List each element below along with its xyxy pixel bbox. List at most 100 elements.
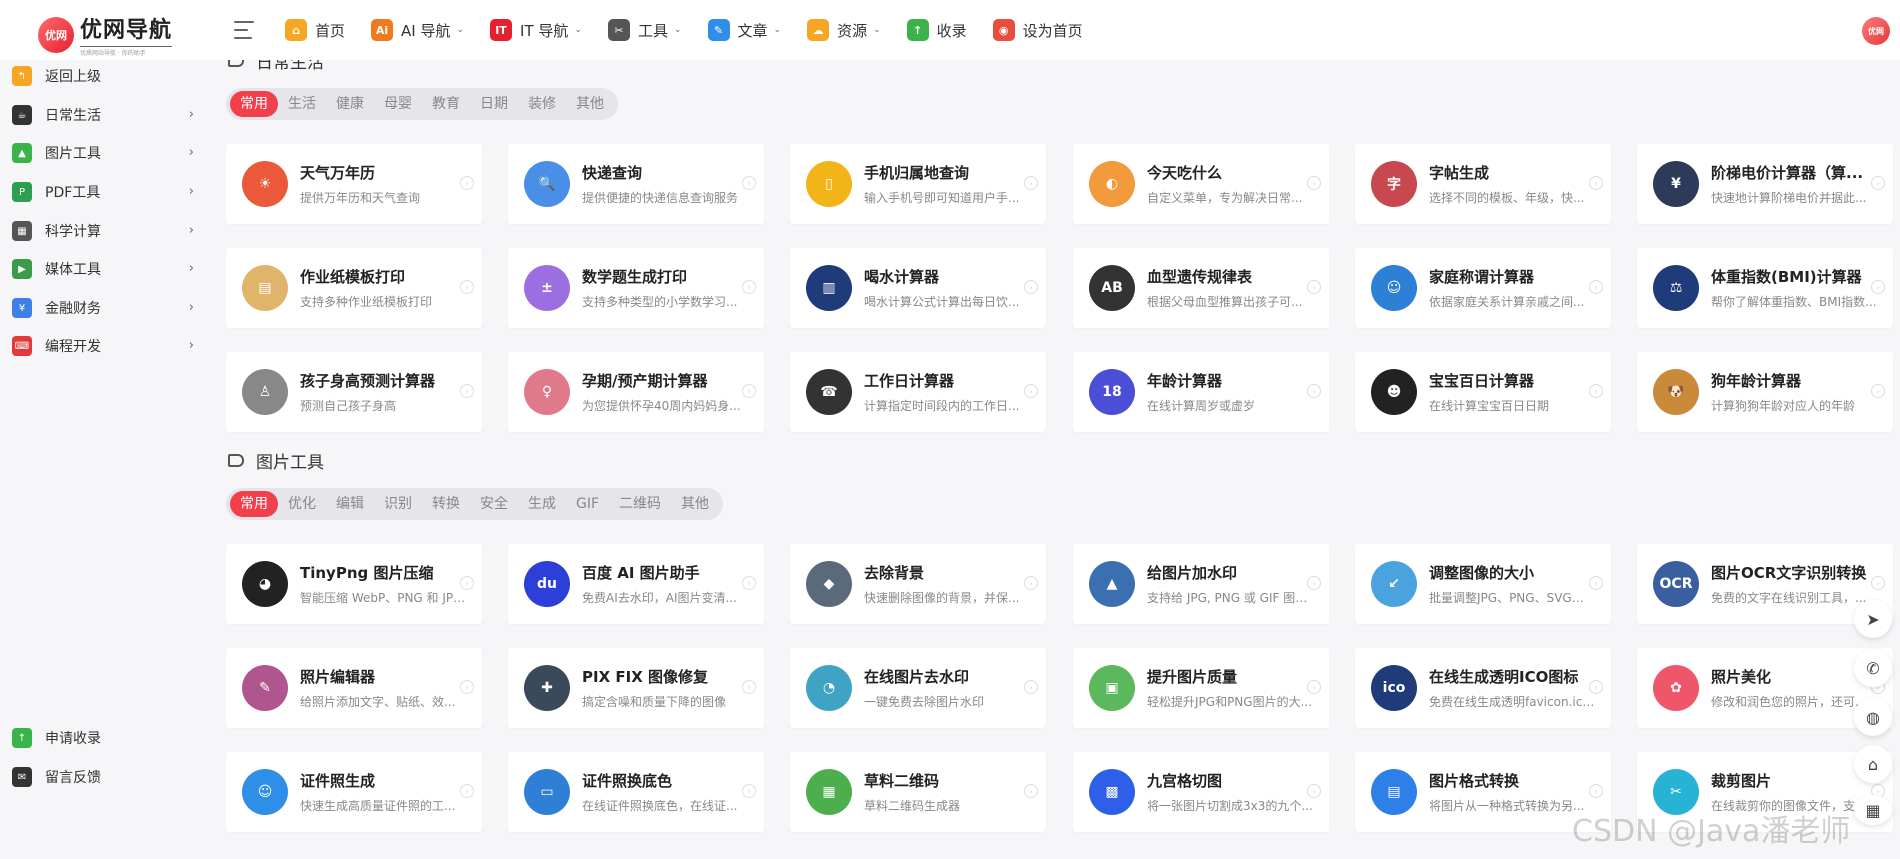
card-description: 快速删除图像的背景，并保... [864, 591, 1020, 605]
tag-icon[interactable]: ⌂ [1854, 745, 1892, 783]
sidebar-item-1[interactable]: ☕ 日常生活 › [12, 100, 194, 130]
tab-2[interactable]: 健康 [326, 91, 374, 117]
sidebar-item-3[interactable]: P PDF工具 › [12, 177, 194, 207]
nav-label: IT 导航 [520, 21, 569, 40]
tool-card[interactable]: ◐ 今天吃什么 自定义菜单，专为解决日常... › [1073, 144, 1329, 224]
tool-card[interactable]: 🐶 狗年龄计算器 计算狗狗年龄对应人的年龄 › [1637, 352, 1893, 432]
finance-icon: ¥ [12, 298, 32, 318]
tab-3[interactable]: 识别 [374, 491, 422, 517]
tool-card[interactable]: AB 血型遗传规律表 根据父母血型推算出孩子可... › [1073, 248, 1329, 328]
tool-card[interactable]: ▥ 喝水计算器 喝水计算公式计算出每日饮... › [790, 248, 1046, 328]
sidebar-item-2[interactable]: ▲ 图片工具 › [12, 138, 194, 168]
card-title: 去除背景 [864, 564, 925, 582]
tab-5[interactable]: 安全 [470, 491, 518, 517]
tool-card[interactable]: ▤ 作业纸模板打印 支持多种作业纸模板打印 › [226, 248, 482, 328]
card-description: 轻松提升JPG和PNG图片的大... [1147, 695, 1313, 709]
id-photo-icon: ☺ [242, 769, 288, 815]
avatar[interactable]: 优网 [1862, 17, 1890, 45]
chevron-right-icon: › [188, 261, 194, 276]
qq-icon[interactable]: ◍ [1854, 698, 1892, 736]
tab-8[interactable]: 二维码 [609, 491, 671, 517]
tab-1[interactable]: 生活 [278, 91, 326, 117]
tool-card[interactable]: ▯ 手机归属地查询 输入手机号即可知道用户手... › [790, 144, 1046, 224]
tool-card[interactable]: 字字帖生成 选择不同的模板、年级，快... › [1355, 144, 1611, 224]
tool-card[interactable]: ☀ 天气万年历 提供万年历和天气查询 › [226, 144, 482, 224]
tool-card[interactable]: ▦ 草料二维码 草料二维码生成器 › [790, 752, 1046, 832]
tool-card[interactable]: ▭ 证件照换底色 在线证件照换底色，在线证... › [508, 752, 764, 832]
tool-card[interactable]: ☻ 宝宝百日计算器 在线计算宝宝百日日期 › [1355, 352, 1611, 432]
tab-0[interactable]: 常用 [230, 491, 278, 517]
section-title: 图片工具 [228, 448, 324, 473]
image-icon: ▲ [12, 143, 32, 163]
go-arrow-icon: › [460, 384, 474, 398]
menu-toggle-icon[interactable] [234, 21, 254, 39]
sidebar-item-7[interactable]: ⌨ 编程开发 › [12, 331, 194, 361]
tool-card[interactable]: ☺ 家庭称谓计算器 依据家庭关系计算亲戚之间... › [1355, 248, 1611, 328]
age-icon: 18 [1089, 369, 1135, 415]
tool-card[interactable]: 🔍 快递查询 提供便捷的快递信息查询服务 › [508, 144, 764, 224]
tab-5[interactable]: 日期 [470, 91, 518, 117]
tab-2[interactable]: 编辑 [326, 491, 374, 517]
sidebar-bottom-item-1[interactable]: ✉ 留言反馈 [12, 762, 194, 792]
tool-card[interactable]: 18 年龄计算器 在线计算周岁或虚岁 › [1073, 352, 1329, 432]
tool-card[interactable]: ¥ 阶梯电价计算器（算... 快速地计算阶梯电价并据此... › [1637, 144, 1893, 224]
sidebar-item-4[interactable]: ▦ 科学计算 › [12, 216, 194, 246]
go-arrow-icon: › [1589, 576, 1603, 590]
tool-card[interactable]: ▲ 给图片加水印 支持给 JPG, PNG 或 GIF 图片... › [1073, 544, 1329, 624]
tab-6[interactable]: 生成 [518, 491, 566, 517]
sidebar-bottom-item-0[interactable]: ↑ 申请收录 [12, 723, 194, 753]
nav-item-2[interactable]: IT IT 导航 ⌄ [490, 19, 582, 41]
tool-card[interactable]: ▣ 提升图片质量 轻松提升JPG和PNG图片的大... › [1073, 648, 1329, 728]
nav-item-6[interactable]: ↑ 收录 [906, 19, 967, 41]
watermark-remove-icon: ◔ [806, 665, 852, 711]
tool-card[interactable]: ⚖ 体重指数(BMI)计算器 帮你了解体重指数、BMI指数... › [1637, 248, 1893, 328]
phone-location-icon: ▯ [806, 161, 852, 207]
tab-3[interactable]: 母婴 [374, 91, 422, 117]
card-description: 在线证件照换底色，在线证... [582, 799, 738, 813]
tab-0[interactable]: 常用 [230, 91, 278, 117]
tool-card[interactable]: ± 数学题生成打印 支持多种类型的小学数学习... › [508, 248, 764, 328]
nav-item-3[interactable]: ✂ 工具 ⌄ [607, 19, 682, 41]
sidebar-item-6[interactable]: ¥ 金融财务 › [12, 293, 194, 323]
wechat-icon[interactable]: ✆ [1854, 649, 1892, 687]
tool-card[interactable]: ◔ 在线图片去水印 一键免费去除图片水印 › [790, 648, 1046, 728]
tool-card[interactable]: ▤ 图片格式转换 将图片从一种格式转换为另... › [1355, 752, 1611, 832]
tool-card[interactable]: ▩ 九宫格切图 将一张图片切割成3x3的九个... › [1073, 752, 1329, 832]
card-title: 工作日计算器 [864, 372, 955, 390]
tool-card[interactable]: ✚ PIX FIX 图像修复 搞定含噪和质量下降的图像 › [508, 648, 764, 728]
chevron-down-icon: ⌄ [773, 25, 782, 35]
tab-7[interactable]: 其他 [566, 91, 614, 117]
tool-card[interactable]: du 百度 AI 图片助手 免费AI去水印，AI图片变清... › [508, 544, 764, 624]
tool-card[interactable]: ☺ 证件照生成 快速生成高质量证件照的工... › [226, 752, 482, 832]
back-to-top-icon[interactable]: ➤ [1854, 600, 1892, 638]
tab-7[interactable]: GIF [566, 491, 609, 517]
nav-item-4[interactable]: ✎ 文章 ⌄ [707, 19, 782, 41]
tool-card[interactable]: ♀ 孕期/预产期计算器 为您提供怀孕40周内妈妈身... › [508, 352, 764, 432]
tool-card[interactable]: ✎ 照片编辑器 给照片添加文字、贴纸、效... › [226, 648, 482, 728]
calendar-icon[interactable]: ▦ [1854, 795, 1892, 825]
tab-1[interactable]: 优化 [278, 491, 326, 517]
tool-card[interactable]: ♙ 孩子身高预测计算器 预测自己孩子身高 › [226, 352, 482, 432]
card-description: 搞定含噪和质量下降的图像 [582, 695, 727, 709]
tool-card[interactable]: ↙ 调整图像的大小 批量调整JPG、PNG、SVG和... › [1355, 544, 1611, 624]
nav-item-7[interactable]: ◉ 设为首页 [992, 19, 1083, 41]
go-arrow-icon: › [1024, 176, 1038, 190]
tool-card[interactable]: ◆ 去除背景 快速删除图像的背景，并保... › [790, 544, 1046, 624]
tool-card[interactable]: ◕ TinyPng 图片压缩 智能压缩 WebP、PNG 和 JPE... › [226, 544, 482, 624]
tab-4[interactable]: 转换 [422, 491, 470, 517]
nav-item-5[interactable]: ☁ 资源 ⌄ [807, 19, 881, 41]
site-logo[interactable]: 优网 优网导航 优质网站导航 · 你的助手 [38, 12, 173, 57]
nav-item-1[interactable]: Ai AI 导航 ⌄ [371, 19, 464, 41]
tab-6[interactable]: 装修 [518, 91, 566, 117]
nav-item-0[interactable]: ⌂ 首页 [285, 19, 345, 41]
tab-4[interactable]: 教育 [422, 91, 470, 117]
tool-card[interactable]: ☎ 工作日计算器 计算指定时间段内的工作日... › [790, 352, 1046, 432]
card-description: 快速地计算阶梯电价并据此... [1711, 191, 1867, 205]
electricity-price-icon: ¥ [1653, 161, 1699, 207]
go-arrow-icon: › [1307, 680, 1321, 694]
sidebar-item-0[interactable]: ↰ 返回上级 [12, 61, 194, 91]
sidebar-item-5[interactable]: ▶ 媒体工具 › [12, 254, 194, 284]
tool-card[interactable]: ico 在线生成透明ICO图标 免费在线生成透明favicon.ico... › [1355, 648, 1611, 728]
tab-9[interactable]: 其他 [671, 491, 719, 517]
go-arrow-icon: › [1871, 576, 1885, 590]
